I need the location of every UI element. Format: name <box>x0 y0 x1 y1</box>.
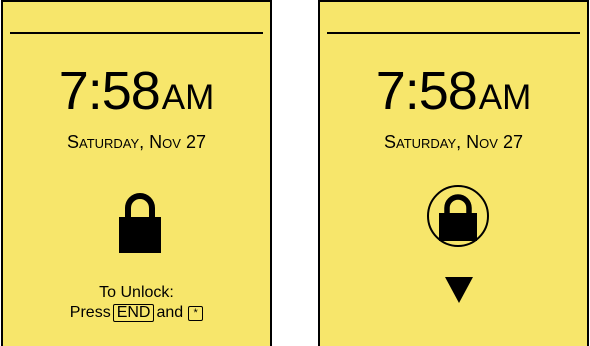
star-key: * <box>188 306 204 321</box>
clock-time: 7:58 <box>375 61 478 121</box>
clock: 7:58AM <box>3 64 270 118</box>
down-arrow-icon <box>445 277 473 303</box>
unlock-instructions-keys: Press END and * <box>3 303 270 323</box>
status-bar-divider <box>327 32 580 34</box>
unlock-instructions: To Unlock: Press END and * <box>3 283 270 323</box>
clock-ampm: AM <box>478 78 532 117</box>
status-bar-divider <box>10 32 263 34</box>
lock-icon <box>439 194 477 241</box>
clock-ampm: AM <box>161 78 215 117</box>
unlock-instructions-title: To Unlock: <box>99 284 174 301</box>
end-key: END <box>112 304 155 322</box>
lock-icon <box>119 193 161 253</box>
lock-screen-right: 7:58AM Saturday, Nov 27 <box>318 0 589 346</box>
clock-time: 7:58 <box>58 61 161 121</box>
unlock-handle[interactable] <box>427 185 489 247</box>
date-label: Saturday, Nov 27 <box>383 132 523 152</box>
clock: 7:58AM <box>320 64 587 118</box>
date-label: Saturday, Nov 27 <box>66 132 206 152</box>
and-label: and <box>156 304 184 321</box>
lock-screen-left: 7:58AM Saturday, Nov 27 To Unlock: Press… <box>1 0 272 346</box>
press-label: Press <box>69 304 111 321</box>
